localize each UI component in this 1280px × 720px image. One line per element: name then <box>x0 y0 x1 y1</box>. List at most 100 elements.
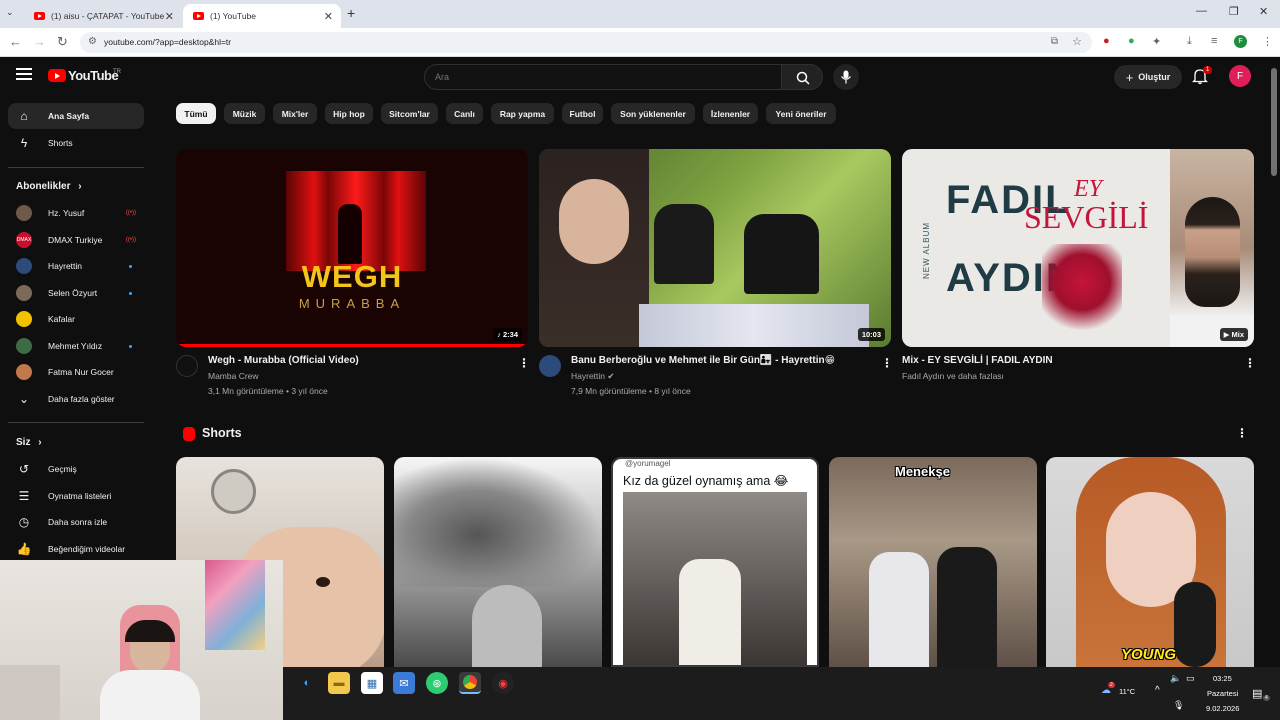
chip-music[interactable]: Müzik <box>224 103 265 124</box>
page-scrollbar[interactable] <box>1271 68 1277 176</box>
close-tab-icon[interactable]: ✕ <box>324 10 333 23</box>
sidebar-item-history[interactable]: ↺ Geçmiş <box>8 456 144 482</box>
channel-avatar[interactable] <box>539 355 561 377</box>
browser-tab-2[interactable]: (1) YouTube ✕ <box>183 4 341 28</box>
back-icon[interactable]: ← <box>9 34 22 49</box>
channel-avatar <box>16 205 32 221</box>
short-thumbnail-3[interactable]: @yorumagel Kız da güzel oynamış ama 😂 <box>611 457 819 667</box>
view-count: 7,9 Mn görüntüleme <box>571 386 647 396</box>
weather-temperature[interactable]: 11°C <box>1119 687 1135 696</box>
short-thumbnail-2[interactable] <box>394 457 602 667</box>
sidebar-subscription-hayrettin[interactable]: Hayrettin <box>8 253 144 279</box>
file-explorer-icon[interactable]: ▬ <box>328 672 350 694</box>
sidebar-item-liked-videos[interactable]: 👍 Beğendiğim videolar <box>8 536 144 562</box>
sidebar-subscription-mehmet[interactable]: Mehmet Yıldız <box>8 333 144 359</box>
chip-sitcoms[interactable]: Sitcom'lar <box>381 103 438 124</box>
create-button[interactable]: + Oluştur <box>1114 65 1182 89</box>
close-tab-icon[interactable]: ✕ <box>165 10 174 23</box>
channel-name[interactable]: Mamba Crew <box>208 371 259 381</box>
chip-football[interactable]: Futbol <box>562 103 603 124</box>
video-title[interactable]: Mix - EY SEVGİLİ | FADIL AYDIN <box>902 355 1053 366</box>
video-thumbnail[interactable]: WEGH MURABBA ♪ 2:34 <box>176 149 528 347</box>
extension-green-icon[interactable]: ● <box>1128 35 1135 47</box>
sidebar-item-watch-later[interactable]: ◷ Daha sonra izle <box>8 509 144 535</box>
short-thumbnail-4[interactable]: Menekşe <box>829 457 1037 667</box>
reload-icon[interactable]: ↻ <box>57 34 68 50</box>
sidebar-item-playlists[interactable]: ☰ Oynatma listeleri <box>8 483 144 509</box>
bookmark-star-icon[interactable]: ☆ <box>1072 35 1082 48</box>
search-button[interactable] <box>781 64 823 90</box>
url-text[interactable]: youtube.com/?app=desktop&hl=tr <box>104 37 231 47</box>
chip-new-to-you[interactable]: Yeni öneriler <box>766 103 836 124</box>
chrome-icon[interactable] <box>459 672 481 694</box>
chip-rap[interactable]: Rap yapma <box>491 103 554 124</box>
new-tab-icon[interactable]: + <box>347 5 355 21</box>
video-title[interactable]: Wegh - Murabba (Official Video) <box>208 355 359 366</box>
menu-icon[interactable] <box>16 68 32 83</box>
clock-date[interactable]: 9.02.2026 <box>1206 704 1239 713</box>
sidebar-subscription-dmax[interactable]: DMAX DMAX Turkiye ((•)) <box>8 227 144 253</box>
sidebar-subscription-selen[interactable]: Selen Özyurt <box>8 280 144 306</box>
short-thumbnail-5[interactable]: YOUNG <box>1046 457 1254 667</box>
notification-center-icon[interactable]: ▤ <box>1252 687 1262 700</box>
address-bar[interactable]: ⚙ youtube.com/?app=desktop&hl=tr ⧉ ☆ <box>80 32 1092 53</box>
voice-search-button[interactable] <box>833 64 859 90</box>
minimize-icon[interactable]: — <box>1196 5 1207 17</box>
more-options-icon[interactable]: ⋮ <box>518 356 530 370</box>
close-window-icon[interactable]: ✕ <box>1259 5 1268 18</box>
chip-recently-uploaded[interactable]: Son yüklenenler <box>611 103 695 124</box>
sidebar-subscription-fatma[interactable]: Fatma Nur Gocer <box>8 359 144 385</box>
subscriptions-heading[interactable]: Abonelikler › <box>16 181 82 192</box>
chatgpt-icon[interactable]: ⊛ <box>426 672 448 694</box>
tray-chevron-up-icon[interactable]: ^ <box>1155 685 1160 696</box>
extensions-puzzle-icon[interactable]: ✦ <box>1152 35 1161 48</box>
chip-watched[interactable]: İzlenenler <box>703 103 758 124</box>
sidebar-item-shorts[interactable]: ϟ Shorts <box>8 130 144 156</box>
edge-icon[interactable]: ◐ <box>296 672 318 694</box>
shorts-more-options-icon[interactable]: ⋮ <box>1236 426 1248 440</box>
more-options-icon[interactable]: ⋮ <box>881 356 893 370</box>
sidebar-subscription-hz-yusuf[interactable]: Hz. Yusuf ((•)) <box>8 200 144 226</box>
reading-list-icon[interactable]: ≡ <box>1211 35 1217 47</box>
video-thumbnail[interactable]: NEW ALBUM FADIL AYDIN EY SEVGİLİ ▶ Mix <box>902 149 1254 347</box>
install-app-icon[interactable]: ⧉ <box>1051 36 1058 47</box>
clock-time[interactable]: 03:25 <box>1213 674 1232 683</box>
search-input[interactable] <box>435 72 735 82</box>
tab-search-icon[interactable]: ⌄ <box>6 7 14 18</box>
sidebar-show-more[interactable]: ⌄ Daha fazla göster <box>8 386 144 412</box>
you-heading[interactable]: Siz › <box>16 437 42 448</box>
browser-tab-1[interactable]: (1) aisu - ÇATAPAT - YouTube ✕ <box>24 4 182 28</box>
chip-all[interactable]: Tümü <box>176 103 216 124</box>
browser-menu-icon[interactable]: ⋮ <box>1262 35 1273 48</box>
video-thumbnail[interactable]: 10:03 <box>539 149 891 347</box>
speaker-icon[interactable]: 🔈 <box>1170 673 1181 684</box>
chip-mixes[interactable]: Mix'ler <box>273 103 317 124</box>
profile-avatar-icon[interactable]: F <box>1234 35 1247 48</box>
clock-day[interactable]: Pazartesi <box>1207 689 1238 698</box>
extension-red-icon[interactable]: ● <box>1103 35 1110 47</box>
sidebar-item-label: Mehmet Yıldız <box>48 341 103 351</box>
download-icon[interactable]: ⤓ <box>1187 35 1192 48</box>
account-avatar[interactable]: F <box>1229 65 1251 87</box>
search-box[interactable] <box>424 64 782 90</box>
more-options-icon[interactable]: ⋮ <box>1244 356 1256 370</box>
sidebar-subscription-kafalar[interactable]: Kafalar <box>8 306 144 332</box>
shorts-logo-icon <box>183 427 195 441</box>
sidebar-item-home[interactable]: ⌂ Ana Sayfa <box>8 103 144 129</box>
store-icon[interactable]: ▦ <box>361 672 383 694</box>
restore-icon[interactable]: ❐ <box>1229 5 1239 18</box>
site-info-icon[interactable]: ⚙ <box>88 36 97 47</box>
channel-avatar[interactable] <box>176 355 198 377</box>
channel-name[interactable]: Fadıl Aydın ve daha fazlası <box>902 371 1004 381</box>
shorts-icon: ϟ <box>20 136 28 150</box>
recording-app-icon[interactable]: ◉ <box>492 672 514 694</box>
chip-live[interactable]: Canlı <box>446 103 483 124</box>
mail-icon[interactable]: ✉ <box>393 672 415 694</box>
video-title[interactable]: Banu Berberoğlu ve Mehmet ile Bir Gün👨‍👧… <box>571 355 835 366</box>
forward-icon[interactable]: → <box>33 34 46 49</box>
display-icon[interactable]: ▭ <box>1186 673 1195 684</box>
microphone-tray-icon[interactable]: 🎙 <box>1173 700 1184 711</box>
channel-name[interactable]: Hayrettin ✔ <box>571 371 615 382</box>
youtube-logo[interactable]: YouTube <box>48 68 119 83</box>
chip-hip-hop[interactable]: Hip hop <box>325 103 373 124</box>
